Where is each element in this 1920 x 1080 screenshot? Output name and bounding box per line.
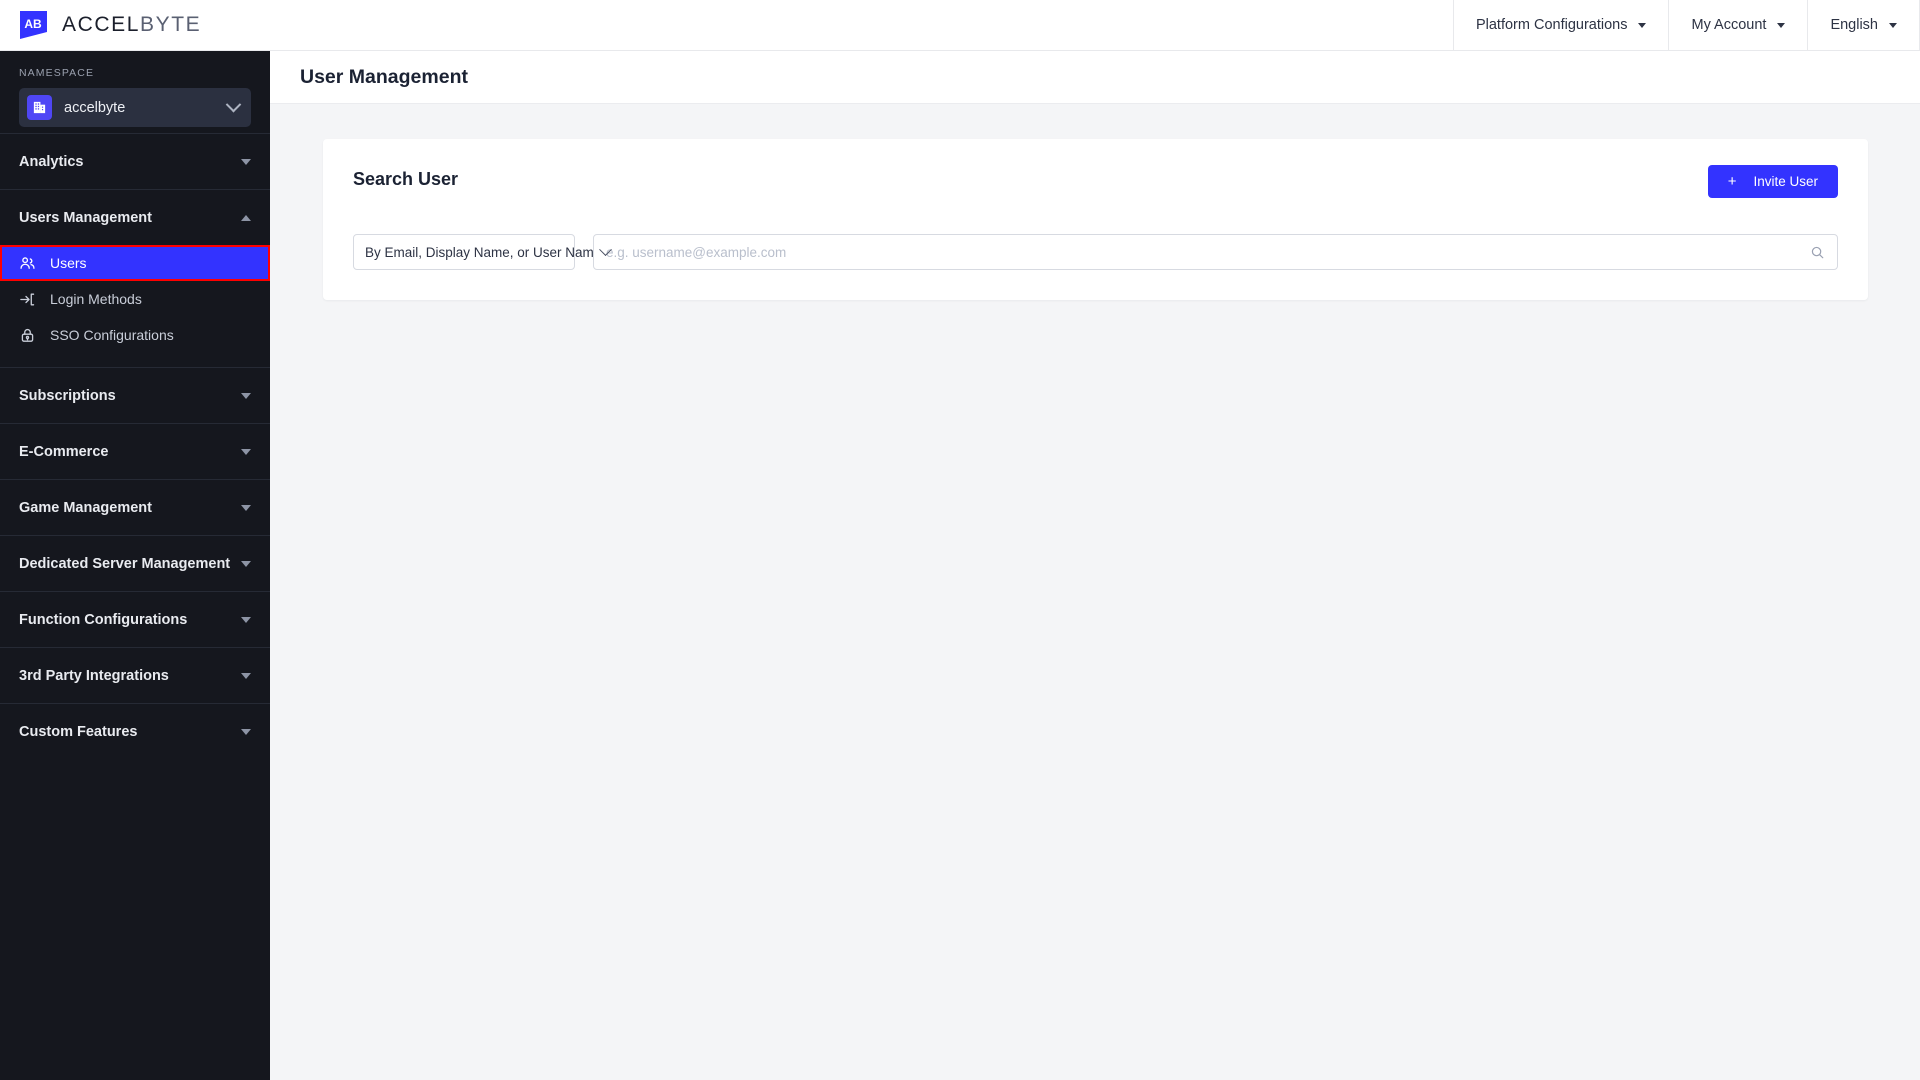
sidebar-section-3rd-party-integrations: 3rd Party Integrations <box>0 647 270 703</box>
brand-name-light: BYTE <box>140 13 202 36</box>
sidebar-item-dedicated-server-management[interactable]: Dedicated Server Management <box>0 536 270 591</box>
sidebar-section-subscriptions: Subscriptions <box>0 367 270 423</box>
main-content: User Management Search User + Invite Use… <box>270 51 1920 1080</box>
top-bar: AB ACCELBYTE Platform Configurations My … <box>0 0 1920 51</box>
search-filter-value: By Email, Display Name, or User Name <box>365 244 602 260</box>
topnav-label: Platform Configurations <box>1475 17 1628 33</box>
topnav-platform-configurations[interactable]: Platform Configurations <box>1452 0 1669 50</box>
sidebar-section-function-configurations: Function Configurations <box>0 591 270 647</box>
sidebar-item-function-configurations[interactable]: Function Configurations <box>0 592 270 647</box>
invite-user-label: Invite User <box>1753 174 1818 189</box>
namespace-label: NAMESPACE <box>19 67 95 79</box>
namespace-block: NAMESPACE accelbyte <box>0 51 270 133</box>
topnav-my-account[interactable]: My Account <box>1668 0 1807 50</box>
plus-icon: + <box>1727 173 1737 190</box>
chevron-down-icon <box>241 728 251 735</box>
sidebar-section-users-management: Users Management Users Login Methods SSO… <box>0 189 270 367</box>
brand-name: ACCELBYTE <box>62 13 201 37</box>
namespace-selector[interactable]: accelbyte <box>19 88 251 127</box>
search-input-wrapper[interactable] <box>593 234 1838 270</box>
sidebar-item-login-methods[interactable]: Login Methods <box>0 281 270 317</box>
sidebar-section-label: E-Commerce <box>19 443 109 460</box>
invite-user-button[interactable]: + Invite User <box>1707 165 1838 198</box>
chevron-down-icon <box>241 560 251 567</box>
chevron-down-icon <box>241 672 251 679</box>
sidebar-section-label: Function Configurations <box>19 611 188 628</box>
search-user-card: Search User + Invite User By Email, Disp… <box>323 139 1868 300</box>
sidebar-item-users-management[interactable]: Users Management <box>0 190 270 245</box>
topnav-label: My Account <box>1691 17 1767 33</box>
chevron-down-icon <box>241 504 251 511</box>
sidebar-subitem-label: Login Methods <box>50 291 142 307</box>
sidebar-section-label: Users Management <box>19 209 152 226</box>
chevron-down-icon <box>225 96 242 113</box>
sidebar-section-custom-features: Custom Features <box>0 703 270 759</box>
sidebar-item-subscriptions[interactable]: Subscriptions <box>0 368 270 423</box>
chevron-down-icon <box>241 616 251 623</box>
search-icon[interactable] <box>1810 245 1825 260</box>
sidebar-section-dedicated-server-management: Dedicated Server Management <box>0 535 270 591</box>
lock-icon <box>19 327 36 344</box>
svg-text:AB: AB <box>24 17 42 31</box>
search-filter-select[interactable]: By Email, Display Name, or User Name <box>353 234 613 270</box>
top-navigation: Platform Configurations My Account Engli… <box>1452 0 1920 50</box>
chevron-down-icon <box>1777 22 1786 28</box>
card-header: Search User + Invite User <box>353 165 1838 198</box>
sidebar-item-custom-features[interactable]: Custom Features <box>0 704 270 759</box>
sidebar-subitem-label: SSO Configurations <box>50 327 174 343</box>
users-icon <box>19 255 36 272</box>
sidebar-item-analytics[interactable]: Analytics <box>0 134 270 189</box>
sidebar: NAMESPACE accelbyte Analytics Users Mana… <box>0 51 270 1080</box>
sidebar-section-label: Dedicated Server Management <box>19 555 231 572</box>
topnav-label: English <box>1830 17 1878 33</box>
namespace-value: accelbyte <box>64 99 126 116</box>
login-arrow-icon <box>19 291 36 308</box>
sidebar-section-label: Analytics <box>19 153 84 170</box>
sidebar-item-sso-configurations[interactable]: SSO Configurations <box>0 317 270 353</box>
chevron-down-icon <box>241 392 251 399</box>
chevron-down-icon <box>1889 22 1897 28</box>
building-icon <box>27 95 52 120</box>
topnav-language[interactable]: English <box>1807 0 1920 50</box>
brand-logo[interactable]: AB ACCELBYTE <box>0 0 201 50</box>
sidebar-section-label: Game Management <box>19 499 152 516</box>
chevron-up-icon <box>241 214 251 221</box>
brand-name-bold: ACCEL <box>62 13 141 36</box>
sidebar-subitems: Users Login Methods SSO Configurations <box>0 245 270 367</box>
page-title: User Management <box>300 65 468 88</box>
sidebar-subitem-label: Users <box>50 255 87 271</box>
card-title: Search User <box>353 169 459 189</box>
sidebar-item-users[interactable]: Users <box>0 245 270 281</box>
sidebar-section-label: Subscriptions <box>19 387 116 404</box>
sidebar-item-3rd-party-integrations[interactable]: 3rd Party Integrations <box>0 648 270 703</box>
sidebar-item-game-management[interactable]: Game Management <box>0 480 270 535</box>
sidebar-section-label: 3rd Party Integrations <box>19 667 169 684</box>
chevron-down-icon <box>241 448 251 455</box>
chevron-down-icon <box>241 158 251 165</box>
sidebar-section-label: Custom Features <box>19 723 138 740</box>
search-row: By Email, Display Name, or User Name <box>353 234 1838 270</box>
sidebar-section-game-management: Game Management <box>0 479 270 535</box>
sidebar-section-analytics: Analytics <box>0 133 270 189</box>
chevron-down-icon <box>1638 22 1647 28</box>
search-input[interactable] <box>606 244 1810 260</box>
sidebar-section-e-commerce: E-Commerce <box>0 423 270 479</box>
accelbyte-logo-icon: AB <box>18 11 49 39</box>
sidebar-item-e-commerce[interactable]: E-Commerce <box>0 424 270 479</box>
page-header: User Management <box>270 51 1920 104</box>
